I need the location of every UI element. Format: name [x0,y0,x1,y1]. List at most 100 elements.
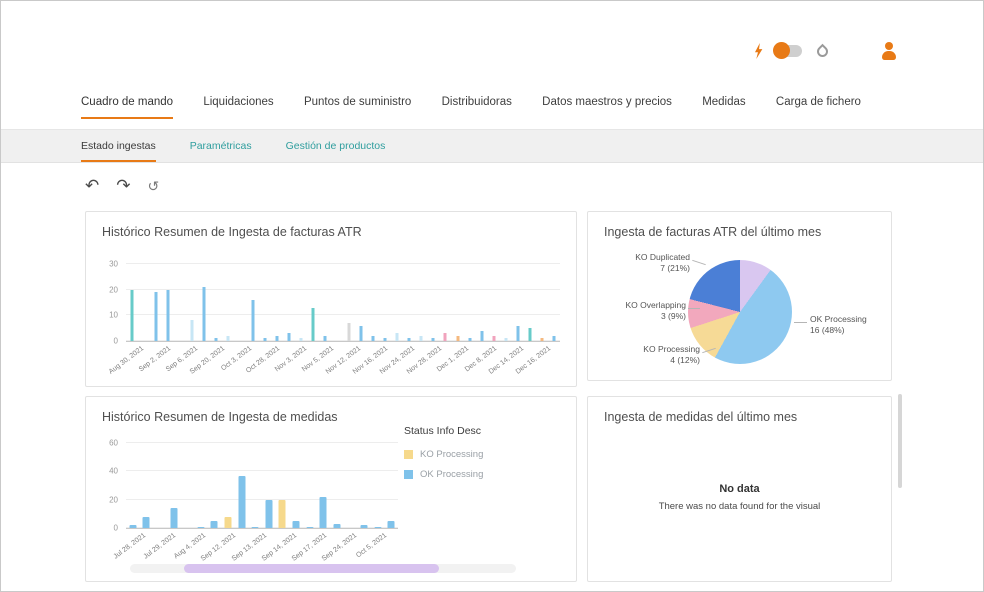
tab-cuadro-de-mando[interactable]: Cuadro de mando [81,96,174,119]
report-toolbar: ↶ ↷ ↺ [85,177,159,194]
bar[interactable] [292,520,300,528]
bar[interactable] [238,475,246,528]
bar[interactable] [130,289,134,341]
bar[interactable] [552,335,556,341]
legend-label: KO Processing [420,449,484,460]
x-axis-labels: Jul 28, 2021 Jul 29, 2021 Aug 4, 2021 Sep 1… [112,529,398,563]
callout-line [794,322,807,323]
y-axis-tick: 40 [109,466,118,476]
bar[interactable] [431,338,435,341]
bar[interactable] [456,335,460,341]
bar[interactable] [299,338,303,341]
tab-distribuidoras[interactable]: Distribuidoras [442,96,512,119]
tab-carga-de-fichero[interactable]: Carga de fichero [776,96,861,119]
pie-callout-ko-overlapping: KO Overlapping 3 (9%) [625,300,686,321]
bar[interactable] [275,335,279,341]
bar[interactable] [319,496,327,528]
bar[interactable] [383,338,387,341]
bar[interactable] [347,323,351,341]
bar[interactable] [492,335,496,341]
toggle-knob[interactable] [773,42,790,59]
legend-item-ok-processing[interactable]: OK Processing [404,469,554,480]
legend-title: Status Info Desc [404,425,482,437]
card-historico-medidas: Histórico Resumen de Ingesta de medidas … [85,396,577,582]
no-data-text: There was no data found for the visual [658,501,821,512]
bar[interactable] [516,325,520,341]
gridline [126,498,398,500]
reset-icon[interactable]: ↺ [148,179,160,193]
energy-type-toggle[interactable] [773,42,802,59]
y-axis-tick: 30 [109,259,118,269]
bar[interactable] [419,335,423,341]
y-axis-tick: 20 [109,285,118,295]
medidas-bar-chart[interactable]: 0 20 40 60 Jul 28, 2021 Jul 29, 2021 Aug 4, 2… [109,439,398,563]
no-data-title: No data [719,483,760,495]
subnav-parametricas[interactable]: Paramétricas [190,130,252,162]
avatar-head [885,42,893,50]
bar[interactable] [251,299,255,341]
bar[interactable] [407,338,411,341]
gridline [126,288,560,290]
app-window: Cuadro de mando Liquidaciones Puntos de … [0,0,984,592]
bar[interactable] [278,499,286,528]
bar[interactable] [360,525,368,528]
tab-puntos-de-suministro[interactable]: Puntos de suministro [304,96,411,119]
redo-icon[interactable]: ↷ [116,177,130,194]
chart-scroll-thumb[interactable] [184,564,439,573]
legend-label: OK Processing [420,469,484,480]
gridline [126,263,560,264]
tab-medidas[interactable]: Medidas [702,96,745,119]
bar[interactable] [359,325,363,341]
y-axis-tick: 0 [113,523,118,533]
chart-legend: Status Info Desc KO Processing OK Proces… [404,425,554,489]
bar[interactable] [170,508,178,528]
sub-nav: Estado ingestas Paramétricas Gestión de … [1,129,983,163]
tab-liquidaciones[interactable]: Liquidaciones [203,96,273,119]
bar[interactable] [166,289,170,341]
bar[interactable] [371,335,375,341]
x-axis-label: Jul 29, 2021 [142,532,178,561]
bar[interactable] [142,516,150,528]
bar[interactable] [154,292,158,341]
plot-area: 0 20 40 60 [109,439,398,533]
y-axis-tick: 0 [113,336,118,346]
facturas-pie-chart[interactable] [688,260,792,364]
bar[interactable] [443,333,447,341]
bar[interactable] [226,335,230,341]
x-axis-labels: Aug 30, 2021 Sep 2, 2021 Sep 6, 2021 Sep 20… [108,342,560,376]
bar[interactable] [265,499,273,528]
bar[interactable] [323,335,327,341]
chart-scroll-track[interactable] [130,564,516,573]
chart-title: Ingesta de medidas del último mes [604,410,798,424]
bar[interactable] [387,520,395,528]
bar[interactable] [333,523,341,528]
pie-callout-ko-processing: KO Processing 4 (12%) [643,344,700,365]
facturas-bar-chart[interactable]: 0 10 20 30 Aug 30, 2021 Sep 2, 2021 Sep 6, 20… [108,260,560,376]
bar[interactable] [129,525,137,528]
subnav-gestion-de-productos[interactable]: Gestión de productos [286,130,386,162]
tab-datos-maestros-y-precios[interactable]: Datos maestros y precios [542,96,672,119]
bar[interactable] [540,338,544,341]
bar[interactable] [214,338,218,341]
user-avatar-icon[interactable] [879,41,899,61]
bar[interactable] [287,333,291,341]
bar[interactable] [263,338,267,341]
bar[interactable] [468,338,472,341]
bar[interactable] [504,338,508,341]
bar[interactable] [210,520,218,528]
bar[interactable] [480,330,484,341]
gas-icon [814,43,831,59]
chart-title: Ingesta de facturas ATR del último mes [604,225,822,239]
subnav-estado-ingestas[interactable]: Estado ingestas [81,130,156,162]
bar[interactable] [311,307,315,341]
y-axis-tick: 60 [109,438,118,448]
callout-line [688,308,700,309]
bar[interactable] [190,320,194,341]
legend-item-ko-processing[interactable]: KO Processing [404,449,554,460]
bar[interactable] [202,287,206,341]
bar[interactable] [395,333,399,341]
undo-icon[interactable]: ↶ [85,177,99,194]
bar[interactable] [528,328,532,341]
page-scrollbar[interactable] [898,394,902,488]
bar[interactable] [224,516,232,528]
